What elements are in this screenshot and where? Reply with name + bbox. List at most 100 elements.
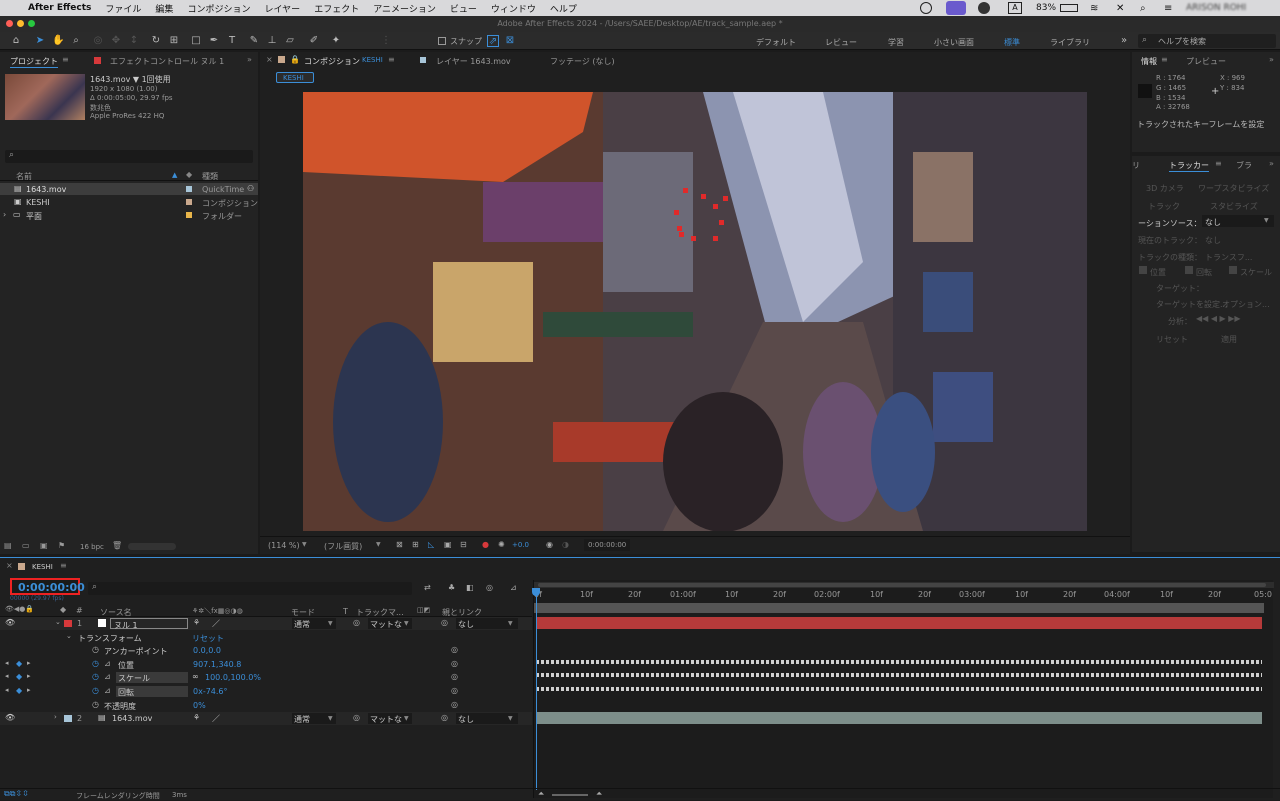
matte-link-icon[interactable]: ◎	[353, 713, 360, 722]
region-of-interest-icon[interactable]: ▣	[444, 540, 452, 549]
snap-option-icon[interactable]: ⇗	[487, 35, 499, 47]
graph-icon[interactable]: ⊿	[104, 659, 111, 668]
work-area-bar[interactable]	[534, 603, 1264, 613]
tab-project[interactable]: プロジェクト	[10, 56, 58, 68]
snap-checkbox[interactable]	[438, 37, 446, 45]
close-tab-icon[interactable]: ×	[6, 561, 13, 570]
status-icon[interactable]	[920, 2, 932, 14]
layer-name[interactable]: 1643.mov	[112, 714, 152, 723]
menu-animation[interactable]: アニメーション	[373, 2, 436, 15]
collapse-arrow-icon[interactable]: ⌄	[66, 632, 72, 640]
pan-tool-icon[interactable]: ✥	[110, 35, 122, 47]
panel-expand-icon[interactable]: »	[1269, 55, 1274, 64]
grid-icon[interactable]: ⊞	[412, 540, 419, 549]
sort-up-icon[interactable]: ▲	[172, 171, 177, 179]
layer-row[interactable]: 👁 ⌄ 1 ヌル 1 ⚘ ／ 通常 ▼ ◎ マットな ▼ ◎ なし ▼	[0, 617, 532, 630]
workspace-libraries[interactable]: ライブラリ	[1050, 37, 1090, 48]
input-method-icon[interactable]: A	[1008, 2, 1022, 14]
mute-icon[interactable]: ✕	[1116, 3, 1124, 14]
menu-edit[interactable]: 編集	[155, 2, 173, 15]
fast-preview-icon[interactable]: ⊠	[396, 540, 403, 549]
exposure-icon[interactable]: ✺	[498, 540, 505, 549]
help-search-box[interactable]: ⌕ ヘルプを検索	[1138, 34, 1276, 48]
pick-whip-icon[interactable]: ◎	[441, 713, 448, 722]
matte-link-icon[interactable]: ◎	[353, 618, 360, 627]
navigator-thumb[interactable]	[538, 583, 1266, 587]
property-row[interactable]: ◂ ◆ ▸ ◷ ⊿ 位置 907.1,340.8 ◎	[0, 658, 532, 671]
panel-menu-icon[interactable]: ≡	[1215, 159, 1222, 168]
rectangle-tool-icon[interactable]: □	[190, 35, 202, 47]
property-row[interactable]: ◷ アンカーポイント 0.0,0.0 ◎	[0, 644, 532, 657]
menu-help[interactable]: ヘルプ	[550, 2, 577, 15]
pick-whip-icon[interactable]: ◎	[451, 659, 458, 668]
tab-info[interactable]: 情報	[1141, 56, 1157, 67]
next-keyframe-icon[interactable]: ▸	[27, 659, 31, 667]
clone-tool-icon[interactable]: ⊥	[266, 35, 278, 47]
anchor-tool-icon[interactable]: ⊞	[168, 35, 180, 47]
workspace-small-screen[interactable]: 小さい画面	[934, 37, 974, 48]
snap-grid-icon[interactable]: ⊠	[504, 35, 516, 47]
comp-breadcrumb[interactable]: KESHI	[276, 72, 314, 83]
workspace-default[interactable]: デフォルト	[756, 37, 796, 48]
graph-icon[interactable]: ⊿	[104, 686, 111, 695]
prev-keyframe-icon[interactable]: ◂	[5, 686, 9, 694]
warp-stabilizer-button[interactable]: ワープスタビライズ	[1198, 183, 1269, 194]
composition-flowchart-icon[interactable]: ⇄	[424, 583, 431, 592]
zoom-out-icon[interactable]: ⏶	[538, 789, 544, 799]
rotate-tool-icon[interactable]: ↻	[150, 35, 162, 47]
track-matte-select[interactable]: マットな ▼	[368, 713, 412, 724]
analyze-backward-icon[interactable]: ◀◀ ◀ ▶ ▶▶	[1196, 314, 1241, 323]
control-center-icon[interactable]: ≡	[1164, 3, 1172, 14]
tab-footage[interactable]: フッテージ (なし)	[550, 56, 615, 67]
type-tool-icon[interactable]: T	[226, 35, 238, 47]
pick-whip-icon[interactable]: ◎	[441, 618, 448, 627]
set-target-button[interactable]: ターゲットを設定...	[1156, 299, 1228, 310]
home-icon[interactable]: ⌂	[10, 35, 22, 47]
panel-expand-icon[interactable]: »	[1269, 159, 1274, 168]
layer-label-color[interactable]	[64, 715, 72, 722]
prev-keyframe-icon[interactable]: ◂	[5, 659, 9, 667]
timeline-track-area[interactable]: 0f 10f 20f 01:00f 10f 20f 02:00f 10f 20f…	[532, 580, 1274, 798]
tab-composition[interactable]: コンポジション	[304, 56, 360, 67]
panel-expand-icon[interactable]: »	[247, 55, 252, 64]
scale-checkbox[interactable]	[1229, 266, 1237, 274]
new-folder-icon[interactable]: ▭	[22, 541, 30, 550]
stopwatch-icon[interactable]: ◷	[92, 700, 99, 709]
blend-mode-select[interactable]: 通常 ▼	[292, 713, 336, 724]
puppet-pin-icon[interactable]: ✦	[330, 35, 342, 47]
track-matte-select[interactable]: マットな ▼	[368, 618, 412, 629]
hand-tool-icon[interactable]: ✋	[52, 35, 64, 47]
apply-button[interactable]: 適用	[1221, 334, 1237, 345]
workspace-review[interactable]: レビュー	[825, 37, 857, 48]
shy-switch-icon[interactable]: ⚘	[193, 713, 200, 722]
more-workspaces-icon[interactable]: »	[1118, 35, 1130, 47]
expand-arrow-icon[interactable]: ›	[3, 210, 6, 219]
transform-reset-link[interactable]: リセット	[192, 633, 224, 644]
draft-3d-icon[interactable]: ♣	[448, 583, 455, 592]
current-time-display[interactable]: 0:00:00:00	[10, 578, 85, 595]
zoom-window-button[interactable]	[28, 20, 35, 27]
project-item-row[interactable]: › ▭ 平面 フォルダー	[0, 209, 258, 221]
zoom-slider[interactable]	[552, 794, 588, 796]
show-snapshot-icon[interactable]: ◑	[562, 540, 569, 549]
parent-select[interactable]: なし ▼	[456, 618, 518, 629]
property-row[interactable]: ◂ ◆ ▸ ◷ ⊿ スケール ∞ 100.0,100.0% ◎	[0, 671, 532, 684]
battery-icon[interactable]	[1060, 4, 1078, 12]
dolly-tool-icon[interactable]: ↕	[128, 35, 140, 47]
render-queue-icon[interactable]: ⚑	[58, 541, 65, 550]
layer-row[interactable]: 👁 › 2 ▤ 1643.mov ⚘ ／ 通常 ▼ ◎ マットな ▼ ◎ なし …	[0, 712, 532, 725]
new-composition-icon[interactable]: ▣	[40, 541, 48, 550]
search-icon[interactable]: ⌕	[1140, 3, 1146, 14]
layer-bar-footage[interactable]	[536, 712, 1262, 724]
property-value[interactable]: 907.1,340.8	[193, 660, 241, 669]
resolution-select[interactable]: (フル画質)	[324, 541, 362, 552]
rotation-checkbox[interactable]	[1185, 266, 1193, 274]
quality-switch-icon[interactable]: ／	[212, 618, 220, 629]
flowchart-icon[interactable]: ⚇	[247, 184, 254, 193]
property-value[interactable]: 100.0,100.0%	[205, 673, 261, 682]
snapshot-icon[interactable]: ◉	[546, 540, 553, 549]
graph-icon[interactable]: ⊿	[104, 672, 111, 681]
visibility-eye-icon[interactable]: 👁	[5, 713, 15, 722]
workspace-standard[interactable]: 標準	[1004, 37, 1020, 48]
menu-file[interactable]: ファイル	[105, 2, 141, 15]
